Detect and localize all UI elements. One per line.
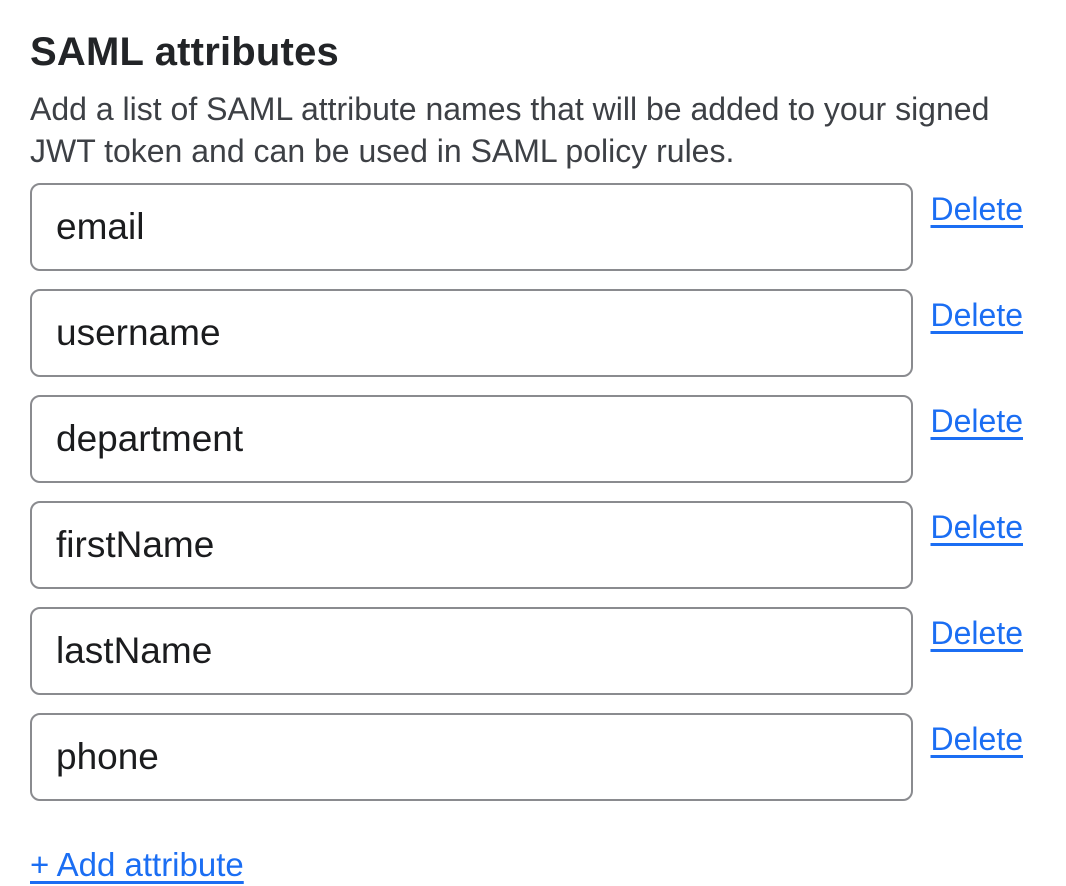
section-description: Add a list of SAML attribute names that … bbox=[30, 88, 1023, 172]
delete-attribute-link[interactable]: Delete bbox=[931, 721, 1024, 757]
delete-attribute-link[interactable]: Delete bbox=[931, 403, 1024, 439]
attribute-row: Delete bbox=[30, 289, 1023, 377]
saml-attribute-input[interactable] bbox=[30, 501, 913, 589]
delete-attribute-link[interactable]: Delete bbox=[931, 191, 1024, 227]
saml-attribute-input[interactable] bbox=[30, 607, 913, 695]
attribute-list: Delete Delete Delete Delete Delete Delet… bbox=[30, 183, 1023, 801]
saml-attribute-input[interactable] bbox=[30, 289, 913, 377]
saml-attributes-section: SAML attributes Add a list of SAML attri… bbox=[0, 0, 1066, 885]
attribute-row: Delete bbox=[30, 713, 1023, 801]
attribute-row: Delete bbox=[30, 607, 1023, 695]
saml-attribute-input[interactable] bbox=[30, 713, 913, 801]
page-title: SAML attributes bbox=[30, 28, 1023, 76]
delete-attribute-link[interactable]: Delete bbox=[931, 297, 1024, 333]
attribute-row: Delete bbox=[30, 501, 1023, 589]
delete-attribute-link[interactable]: Delete bbox=[931, 509, 1024, 545]
saml-attribute-input[interactable] bbox=[30, 395, 913, 483]
add-attribute-link[interactable]: + Add attribute bbox=[30, 845, 244, 885]
attribute-row: Delete bbox=[30, 395, 1023, 483]
attribute-row: Delete bbox=[30, 183, 1023, 271]
delete-attribute-link[interactable]: Delete bbox=[931, 615, 1024, 651]
saml-attribute-input[interactable] bbox=[30, 183, 913, 271]
